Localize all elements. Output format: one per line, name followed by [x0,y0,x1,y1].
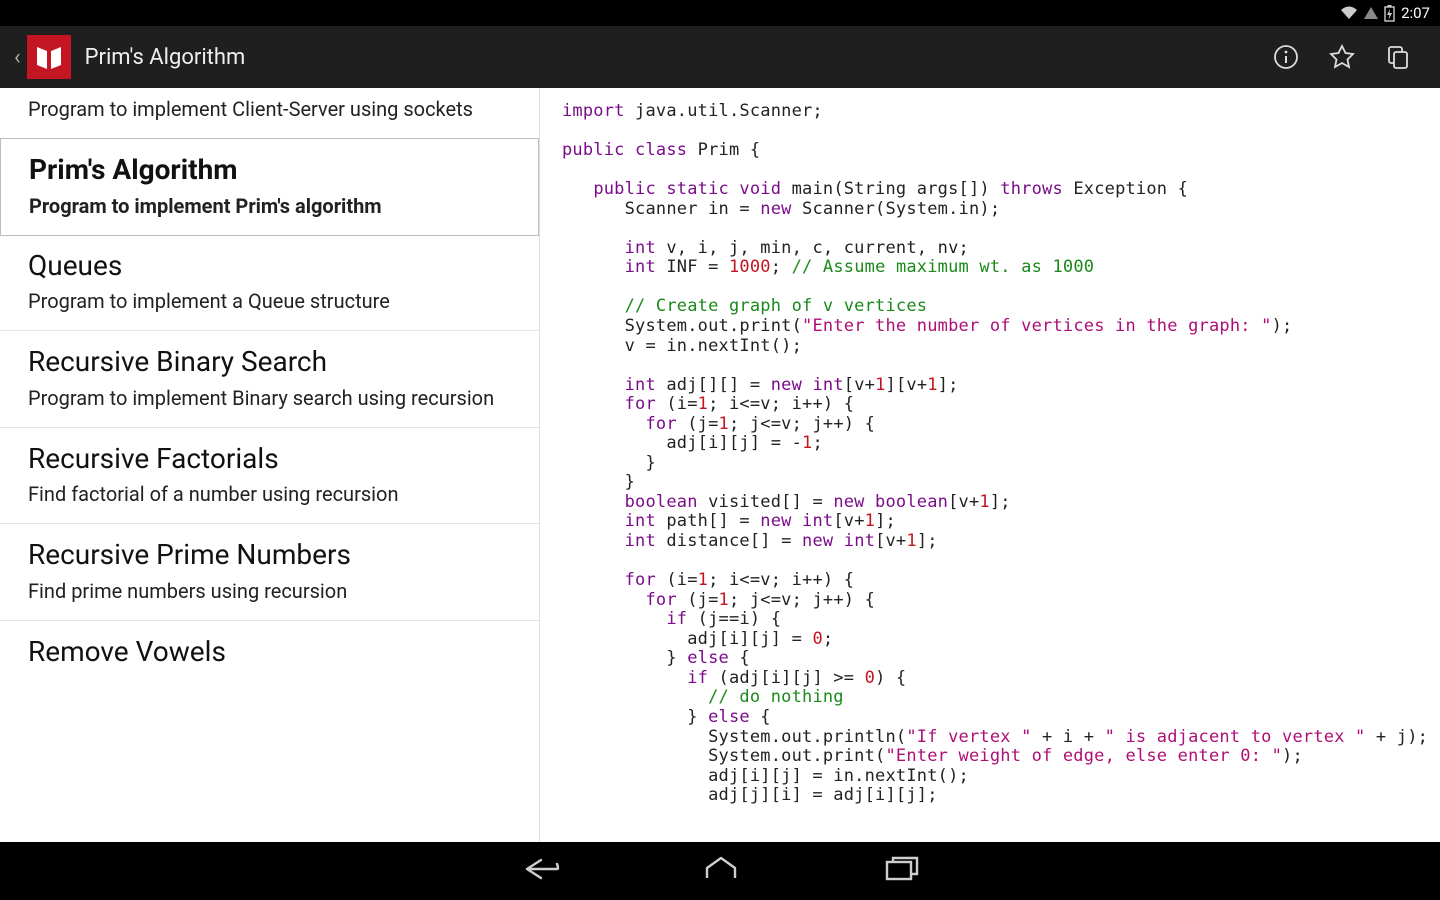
list-item-subtitle: Find factorial of a number using recursi… [28,481,511,507]
list-item-title: Remove Vowels [28,635,511,669]
list-item-title: Recursive Prime Numbers [28,538,511,572]
battery-icon [1384,5,1395,22]
list-item-subtitle: Program to implement a Queue structure [28,288,511,314]
info-button[interactable] [1258,29,1314,85]
nav-bar [0,842,1440,900]
list-item-title: Recursive Binary Search [28,345,511,379]
copy-button[interactable] [1370,29,1426,85]
signal-icon [1364,7,1378,19]
list-item-title: Prim's Algorithm [29,153,510,187]
list-item-subtitle: Program to implement Prim's algorithm [29,193,510,219]
list-item[interactable]: Recursive Factorials Find factorial of a… [0,428,539,525]
nav-recent-button[interactable] [881,854,921,888]
list-item-title: Recursive Factorials [28,442,511,476]
program-list[interactable]: Program to implement Client-Server using… [0,88,540,842]
list-item[interactable]: Program to implement Client-Server using… [0,88,539,139]
page-title: Prim's Algorithm [85,45,246,70]
list-item[interactable]: Remove Vowels [0,621,539,691]
wifi-icon [1340,6,1358,20]
list-item[interactable]: Recursive Prime Numbers Find prime numbe… [0,524,539,621]
list-item-title: Queues [28,249,511,283]
code-content: import java.util.Scanner; public class P… [562,102,1432,806]
list-item-subtitle: Program to implement Client-Server using… [28,96,511,122]
nav-home-button[interactable] [701,854,741,888]
content-area: Program to implement Client-Server using… [0,88,1440,842]
back-icon[interactable]: ‹ [14,45,21,70]
list-item-subtitle: Program to implement Binary search using… [28,385,511,411]
code-pane[interactable]: import java.util.Scanner; public class P… [540,88,1440,842]
list-item[interactable]: Recursive Binary Search Program to imple… [0,331,539,428]
list-item[interactable]: Queues Program to implement a Queue stru… [0,235,539,332]
app-icon[interactable] [27,35,71,79]
list-item-subtitle: Find prime numbers using recursion [28,578,511,604]
favorite-button[interactable] [1314,29,1370,85]
nav-back-button[interactable] [519,854,561,888]
action-bar: ‹ Prim's Algorithm [0,26,1440,88]
status-bar: 2:07 [0,0,1440,26]
status-clock: 2:07 [1401,4,1430,22]
list-item-selected[interactable]: Prim's Algorithm Program to implement Pr… [0,138,539,236]
